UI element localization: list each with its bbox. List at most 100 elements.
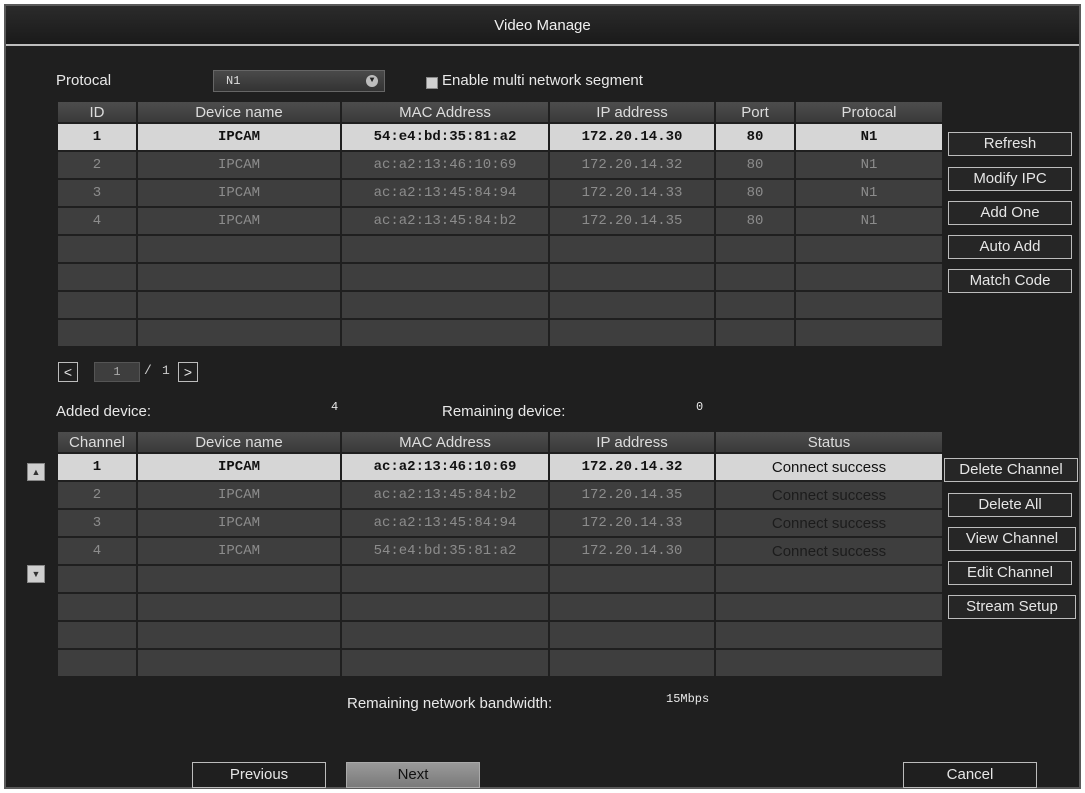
channel-table-header: Channel Device name MAC Address IP address S… [56, 430, 944, 454]
empty-cell [340, 648, 550, 678]
table-row[interactable] [56, 234, 944, 264]
move-up-button[interactable]: ▲ [27, 463, 45, 481]
page-current-input[interactable]: 1 [94, 362, 140, 382]
protocol-select[interactable]: N1 ▼ [213, 70, 385, 92]
table-row[interactable] [56, 648, 944, 678]
table-row[interactable] [56, 620, 944, 650]
match-code-button[interactable]: Match Code [948, 269, 1072, 293]
table-cell: 80 [714, 122, 796, 152]
table-row[interactable]: 1 IPCAM 54:e4:bd:35:81:a2 172.20.14.30 80 N1 [56, 122, 944, 152]
empty-cell [794, 290, 944, 320]
table-cell: N1 [794, 178, 944, 208]
add-one-button[interactable]: Add One [948, 201, 1072, 225]
table-cell: 2 [56, 150, 138, 180]
table-cell: IPCAM [136, 206, 342, 236]
view-channel-button[interactable]: View Channel [948, 527, 1076, 551]
empty-cell [714, 262, 796, 292]
stream-setup-button[interactable]: Stream Setup [948, 595, 1076, 619]
previous-button[interactable]: Previous [192, 762, 326, 788]
table-cell: IPCAM [136, 122, 342, 152]
table-cell: 4 [56, 206, 138, 236]
table-row[interactable] [56, 592, 944, 622]
move-down-button[interactable]: ▼ [27, 565, 45, 583]
search-table-header: ID Device name MAC Address IP address Port Pr… [56, 100, 944, 124]
table-cell: Connect success [714, 480, 944, 510]
auto-add-button[interactable]: Auto Add [948, 235, 1072, 259]
table-row[interactable]: 3 IPCAM ac:a2:13:45:84:94 172.20.14.33 80 N1 [56, 178, 944, 208]
multi-segment-label: Enable multi network segment [442, 72, 643, 89]
refresh-button[interactable]: Refresh [948, 132, 1072, 156]
channel-table: Channel Device name MAC Address IP address S… [56, 430, 944, 678]
table-cell: ac:a2:13:45:84:b2 [340, 206, 550, 236]
table-cell: 80 [714, 150, 796, 180]
table-cell: 172.20.14.35 [548, 206, 716, 236]
table-row[interactable]: 3 IPCAM ac:a2:13:45:84:94 172.20.14.33 Conne… [56, 508, 944, 538]
empty-cell [548, 262, 716, 292]
bandwidth-value: 15Mbps [666, 692, 710, 706]
bandwidth-label: Remaining network bandwidth: [347, 695, 553, 712]
table-row[interactable]: 4 IPCAM ac:a2:13:45:84:b2 172.20.14.35 80 N1 [56, 206, 944, 236]
table-cell: 1 [56, 122, 138, 152]
table-cell: 54:e4:bd:35:81:a2 [340, 536, 550, 566]
empty-cell [340, 620, 550, 650]
empty-cell [794, 318, 944, 348]
table-row[interactable]: 1 IPCAM ac:a2:13:46:10:69 172.20.14.32 Conne… [56, 452, 944, 482]
delete-all-button[interactable]: Delete All [948, 493, 1072, 517]
empty-cell [794, 262, 944, 292]
search-table-header-cell: Device name [136, 100, 342, 124]
multi-segment-checkbox[interactable] [426, 77, 438, 89]
channel-table-header-cell: Status [714, 430, 944, 454]
search-table-header-cell: Port [714, 100, 796, 124]
empty-cell [56, 620, 138, 650]
table-row[interactable]: 2 IPCAM ac:a2:13:46:10:69 172.20.14.32 80 N1 [56, 150, 944, 180]
table-cell: 2 [56, 480, 138, 510]
empty-cell [136, 262, 342, 292]
added-device-count: 4 [331, 400, 339, 414]
table-row[interactable] [56, 318, 944, 348]
empty-cell [714, 620, 944, 650]
channel-table-header-cell: MAC Address [340, 430, 550, 454]
empty-cell [340, 290, 550, 320]
table-cell: IPCAM [136, 178, 342, 208]
table-cell: ac:a2:13:45:84:94 [340, 508, 550, 538]
video-manage-window: Video Manage Protocal N1 ▼ Enable multi … [4, 4, 1081, 789]
table-cell: ac:a2:13:45:84:94 [340, 178, 550, 208]
table-cell: N1 [794, 122, 944, 152]
page-separator: / [144, 363, 152, 378]
empty-cell [136, 564, 342, 594]
empty-cell [136, 290, 342, 320]
empty-cell [136, 592, 342, 622]
table-cell: N1 [794, 206, 944, 236]
table-row[interactable]: 4 IPCAM 54:e4:bd:35:81:a2 172.20.14.30 Conne… [56, 536, 944, 566]
table-row[interactable] [56, 262, 944, 292]
page-next-button[interactable]: > [178, 362, 198, 382]
table-cell: N1 [794, 150, 944, 180]
empty-cell [340, 234, 550, 264]
table-cell: 172.20.14.32 [548, 150, 716, 180]
empty-cell [340, 318, 550, 348]
table-cell: 1 [56, 452, 138, 482]
empty-cell [340, 592, 550, 622]
delete-channel-button[interactable]: Delete Channel [944, 458, 1078, 482]
empty-cell [340, 564, 550, 594]
modify-ipc-button[interactable]: Modify IPC [948, 167, 1072, 191]
table-cell: 172.20.14.30 [548, 536, 716, 566]
empty-cell [548, 620, 716, 650]
protocol-label: Protocal [56, 72, 112, 89]
edit-channel-button[interactable]: Edit Channel [948, 561, 1072, 585]
empty-cell [714, 592, 944, 622]
empty-cell [714, 564, 944, 594]
table-cell: Connect success [714, 452, 944, 482]
window-title: Video Manage [6, 6, 1079, 46]
table-row[interactable]: 2 IPCAM ac:a2:13:45:84:b2 172.20.14.35 Conne… [56, 480, 944, 510]
table-row[interactable] [56, 564, 944, 594]
page-prev-button[interactable]: < [58, 362, 78, 382]
table-cell: ac:a2:13:45:84:b2 [340, 480, 550, 510]
next-button[interactable]: Next [346, 762, 480, 788]
cancel-button[interactable]: Cancel [903, 762, 1037, 788]
empty-cell [714, 290, 796, 320]
search-table-header-cell: IP address [548, 100, 716, 124]
table-cell: IPCAM [136, 480, 342, 510]
empty-cell [56, 648, 138, 678]
table-row[interactable] [56, 290, 944, 320]
